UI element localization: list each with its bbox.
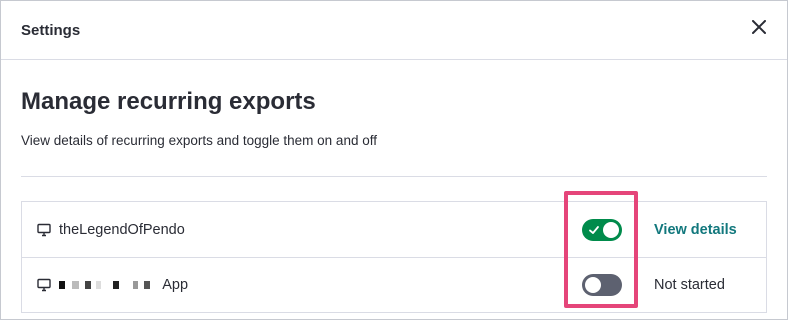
view-details-link[interactable]: View details bbox=[654, 222, 737, 238]
export-app-name: App bbox=[59, 277, 188, 293]
export-status: Not started bbox=[654, 277, 725, 293]
settings-modal: Settings Manage recurring exports View d… bbox=[0, 0, 788, 320]
exports-table: theLegendOfPendo View details App Not st… bbox=[21, 201, 767, 313]
export-app-name: theLegendOfPendo bbox=[59, 221, 185, 238]
modal-header: Settings bbox=[1, 1, 787, 60]
export-toggle-off[interactable] bbox=[582, 274, 622, 296]
page-title: Manage recurring exports bbox=[21, 88, 316, 115]
divider bbox=[21, 176, 767, 177]
redacted-text bbox=[59, 277, 154, 293]
modal-title: Settings bbox=[21, 21, 81, 39]
table-row: theLegendOfPendo View details bbox=[22, 202, 766, 257]
modal-content: Manage recurring exports View details of… bbox=[1, 87, 787, 313]
check-icon bbox=[589, 225, 599, 234]
export-toggle-on[interactable] bbox=[582, 218, 622, 241]
close-icon bbox=[752, 20, 766, 34]
toggle-knob bbox=[603, 221, 619, 238]
page-description: View details of recurring exports and to… bbox=[21, 133, 377, 148]
close-button[interactable] bbox=[747, 15, 771, 39]
desktop-icon bbox=[37, 278, 51, 292]
table-row: App Not started bbox=[22, 257, 766, 312]
toggle-knob bbox=[585, 277, 601, 293]
desktop-icon bbox=[37, 223, 51, 236]
export-app-name-suffix: App bbox=[162, 277, 189, 293]
